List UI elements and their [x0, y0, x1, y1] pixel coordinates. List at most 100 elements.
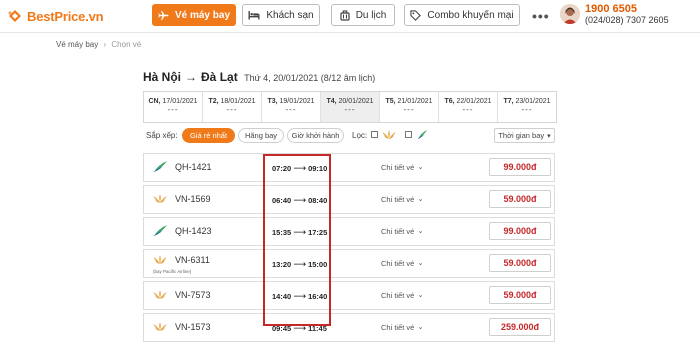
date-tab-price: --- [403, 105, 415, 114]
hotline-main: 1900 6505 [585, 3, 637, 15]
ticket-details-label: Chi tiết vé [381, 163, 415, 172]
date-tab-date: 17/01/2021 [162, 98, 198, 105]
nav-hotels-button[interactable]: Khách sạn [242, 4, 320, 26]
flight-row[interactable]: QH-1421 07:20 ⟶ 09:10 Chi tiết vé ⌄ 99.000đ [143, 153, 555, 182]
arrive-time: 11:45 [308, 324, 327, 333]
filter-label: Lọc: [352, 131, 368, 140]
date-tab[interactable]: T7, 23/01/2021 --- [498, 92, 556, 122]
vietnam-airlines-lotus-icon [152, 320, 168, 334]
price-button[interactable]: 59.000đ [489, 190, 551, 208]
flight-number: VN-6311 [175, 255, 210, 265]
arrive-time: 08:40 [308, 196, 328, 205]
date-tab-dow: T4, [326, 98, 337, 105]
arrive-time: 09:10 [308, 164, 328, 173]
date-tab-selected[interactable]: T4, 20/01/2021 --- [321, 92, 380, 122]
filter-vna-checkbox[interactable] [371, 131, 378, 138]
date-tab-price: --- [167, 105, 179, 114]
filter-bamboo-checkbox[interactable] [405, 131, 412, 138]
date-tab-dow: T6, [444, 98, 455, 105]
price-button[interactable]: 59.000đ [489, 254, 551, 272]
depart-time: 13:20 [272, 260, 292, 269]
ticket-details-label: Chi tiết vé [381, 291, 415, 300]
flight-times: 07:20 ⟶ 09:10 [272, 163, 327, 174]
vietnam-airlines-lotus-icon [152, 192, 168, 206]
date-tab-price: --- [226, 105, 238, 114]
arrow-right-icon: ⟶ [293, 163, 307, 173]
ticket-details-label: Chi tiết vé [381, 259, 415, 268]
flight-row[interactable]: VN-1573 09:45 ⟶ 11:45 Chi tiết vé ⌄ 259.000… [143, 313, 555, 342]
flight-list: QH-1421 07:20 ⟶ 09:10 Chi tiết vé ⌄ 99.000đ… [143, 153, 555, 345]
date-tab[interactable]: T2, 18/01/2021 --- [203, 92, 262, 122]
ticket-details-label: Chi tiết vé [381, 323, 415, 332]
arrive-time: 17:25 [308, 228, 328, 237]
brand-suffix: .vn [85, 8, 104, 24]
nav-tours-label: Du lịch [355, 9, 387, 21]
date-tab-price: --- [462, 105, 474, 114]
ticket-details-link[interactable]: Chi tiết vé ⌄ [381, 226, 424, 236]
date-tab[interactable]: T5, 21/01/2021 --- [380, 92, 439, 122]
flight-time-select-label: Thời gian bay [498, 131, 545, 140]
date-tab-date: 20/01/2021 [338, 98, 374, 105]
flight-number: VN-1569 [175, 194, 211, 204]
sort-label: Sắp xếp: [146, 131, 178, 140]
flight-number: QH-1423 [175, 226, 212, 236]
chevron-down-icon: ⌄ [417, 258, 424, 267]
date-tab-date: 21/01/2021 [397, 98, 433, 105]
nav-flights-button[interactable]: Vé máy bay [152, 4, 236, 26]
ticket-details-link[interactable]: Chi tiết vé ⌄ [381, 290, 424, 300]
nav-tours-button[interactable]: Du lịch [331, 4, 395, 26]
arrow-right-icon: ⟶ [293, 291, 307, 301]
vietnam-airlines-lotus-icon [152, 288, 168, 302]
bestprice-logo[interactable]: BestPrice.vn [6, 5, 104, 27]
flight-row[interactable]: VN-7573 14:40 ⟶ 16:40 Chi tiết vé ⌄ 59.000đ [143, 281, 555, 310]
more-menu-icon[interactable]: ••• [532, 8, 550, 24]
brand-name: BestPrice [27, 8, 86, 24]
price-button[interactable]: 99.000đ [489, 222, 551, 240]
flight-times: 09:45 ⟶ 11:45 [272, 323, 327, 334]
date-tab[interactable]: T3, 19/01/2021 --- [262, 92, 321, 122]
sort-departure-button[interactable]: Giờ khởi hành [287, 128, 344, 143]
nav-hotels-label: Khách sạn [266, 9, 314, 21]
breadcrumb-flights[interactable]: Vé máy bay [56, 40, 98, 49]
ticket-details-link[interactable]: Chi tiết vé ⌄ [381, 322, 424, 332]
flight-row[interactable]: QH-1423 15:35 ⟶ 17:25 Chi tiết vé ⌄ 99.000đ [143, 217, 555, 246]
flight-number: QH-1421 [175, 162, 212, 172]
flight-time-select[interactable]: Thời gian bay ▾ [494, 128, 555, 143]
ticket-details-link[interactable]: Chi tiết vé ⌄ [381, 194, 424, 204]
nav-combo-button[interactable]: Combo khuyến mại [404, 4, 520, 26]
date-tab-price: --- [344, 105, 356, 114]
hotline[interactable]: 1900 6505 (024/028) 7307 2605 [585, 4, 669, 26]
flight-row[interactable]: VN-6311 (bay Pacific Airline) 13:20 ⟶ 15:0… [143, 249, 555, 278]
date-tab-date: 19/01/2021 [279, 98, 315, 105]
arrow-right-icon: ⟶ [293, 323, 307, 333]
flight-number: VN-7573 [175, 290, 211, 300]
depart-time: 07:20 [272, 164, 292, 173]
price-button[interactable]: 99.000đ [489, 158, 551, 176]
ticket-details-label: Chi tiết vé [381, 195, 415, 204]
ticket-details-link[interactable]: Chi tiết vé ⌄ [381, 162, 424, 172]
bamboo-airways-icon [416, 128, 428, 146]
price-button[interactable]: 59.000đ [489, 286, 551, 304]
depart-time: 09:45 [272, 324, 292, 333]
price-button[interactable]: 259.000đ [489, 318, 551, 336]
flight-times: 15:35 ⟶ 17:25 [272, 227, 327, 238]
date-tab-date: 22/01/2021 [456, 98, 492, 105]
ticket-details-link[interactable]: Chi tiết vé ⌄ [381, 258, 424, 268]
date-tab-dow: T5, [385, 98, 396, 105]
chevron-down-icon: ⌄ [417, 226, 424, 235]
date-tab-dow: T7, [503, 98, 514, 105]
sort-cheapest-button[interactable]: Giá rẻ nhất [182, 128, 235, 143]
sort-airline-button[interactable]: Hãng bay [238, 128, 284, 143]
nav-flights-label: Vé máy bay [174, 9, 231, 21]
nav-combo-label: Combo khuyến mại [427, 9, 514, 21]
airplane-icon [158, 10, 169, 21]
breadcrumb-current: Chọn vé [111, 40, 142, 49]
flight-times: 14:40 ⟶ 16:40 [272, 291, 327, 302]
date-tab[interactable]: CN, 17/01/2021 --- [144, 92, 203, 122]
date-tab-dow: CN, [148, 98, 161, 105]
date-tab-price: --- [521, 105, 533, 114]
route-arrow: → [185, 70, 198, 84]
date-tab[interactable]: T6, 22/01/2021 --- [439, 92, 498, 122]
arrive-time: 15:00 [308, 260, 328, 269]
flight-row[interactable]: VN-1569 06:40 ⟶ 08:40 Chi tiết vé ⌄ 59.000đ [143, 185, 555, 214]
